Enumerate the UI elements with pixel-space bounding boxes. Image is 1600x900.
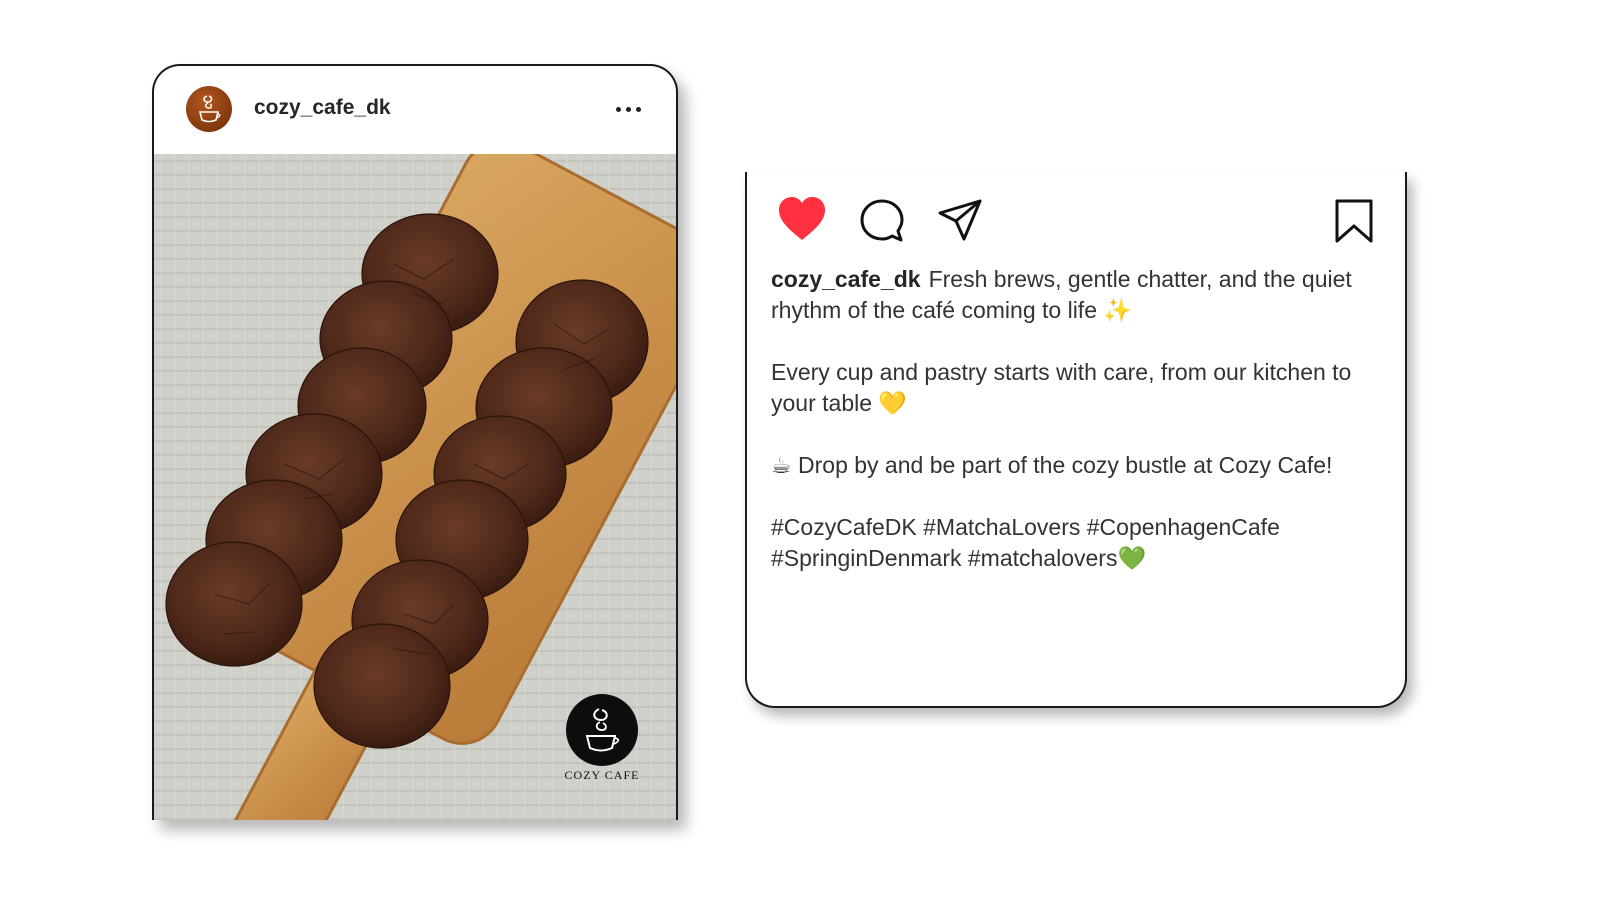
cozy-cafe-watermark: COZY CAFE [564, 694, 640, 783]
caption-hashtags[interactable]: #CozyCafeDK #MatchaLovers #CopenhagenCaf… [771, 512, 1383, 574]
post-username[interactable]: cozy_cafe_dk [254, 96, 391, 120]
more-options-button[interactable] [608, 96, 648, 122]
heart-filled-icon[interactable] [777, 196, 827, 242]
bookmark-icon[interactable] [1334, 198, 1374, 244]
more-dot-icon [635, 106, 641, 112]
comment-bubble-icon[interactable] [859, 198, 905, 244]
caption-paragraph-1: cozy_cafe_dk Fresh brews, gentle chatter,… [771, 264, 1383, 326]
caption-card: cozy_cafe_dk Fresh brews, gentle chatter,… [745, 172, 1407, 708]
post-image[interactable]: COZY CAFE [154, 139, 676, 820]
cup-logo-icon [566, 694, 638, 766]
avatar[interactable] [186, 86, 232, 132]
post-card: cozy_cafe_dk COZY CAFE [152, 64, 678, 820]
caption-paragraph-3: ☕ Drop by and be part of the cozy bustle… [771, 452, 1333, 478]
caption-text: cozy_cafe_dk Fresh brews, gentle chatter,… [771, 264, 1383, 605]
caption-username[interactable]: cozy_cafe_dk [771, 266, 921, 292]
more-dot-icon [625, 106, 631, 112]
post-header: cozy_cafe_dk [154, 66, 676, 154]
caption-paragraph-2: Every cup and pastry starts with care, f… [771, 359, 1352, 416]
cafe-logo-icon [198, 95, 221, 123]
more-dot-icon [615, 106, 621, 112]
action-bar [747, 172, 1405, 262]
paper-plane-icon[interactable] [937, 198, 983, 242]
watermark-text: COZY CAFE [564, 768, 640, 782]
